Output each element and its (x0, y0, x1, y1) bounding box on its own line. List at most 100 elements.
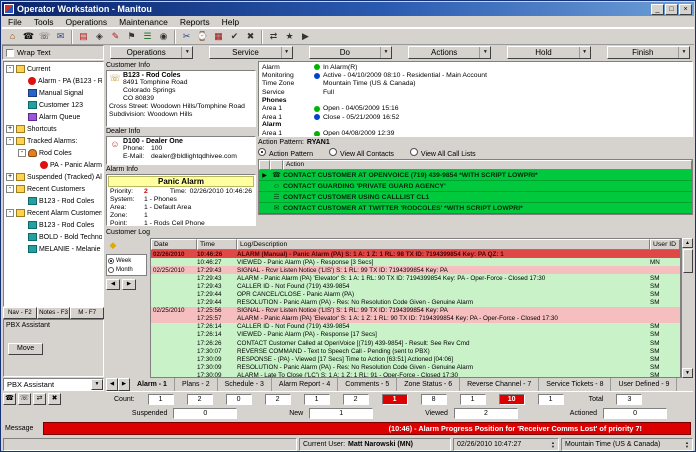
tree-expander[interactable]: - (6, 137, 14, 145)
move-button[interactable]: Move (8, 343, 43, 355)
log-row[interactable]: 17:26:26CONTACT Customer Called at OpenV… (151, 339, 680, 347)
mail-icon[interactable]: ✉ (53, 29, 68, 44)
menu-file[interactable]: File (2, 17, 28, 27)
tree-item-rod-coles[interactable]: -Rod Coles (5, 147, 102, 159)
tab-schedule-3[interactable]: Schedule - 3 (218, 378, 272, 391)
log-next-button[interactable]: ▶ (122, 279, 136, 290)
chevron-down-icon[interactable]: ▼ (181, 47, 192, 58)
log-row[interactable]: 17:30:09RESPONSE - (PA) - Viewed [17 Sec… (151, 355, 680, 363)
log-row[interactable]: 17:29:44OPR CANCEL/CLOSE - Panic Alarm (… (151, 290, 680, 298)
action-row[interactable]: ☰CONTACT CUSTOMER USING CALLLIST CL1 (259, 192, 692, 203)
pbx-transfer-icon[interactable]: ⇄ (33, 393, 46, 405)
tabs-next-button[interactable]: ▶ (118, 378, 130, 391)
tree-item-recent-customers[interactable]: -Recent Customers (5, 183, 102, 195)
log-row[interactable]: 17:30:09ALARM - Late To Close ('LC') S: … (151, 371, 680, 378)
tree-expander[interactable]: + (6, 125, 14, 133)
exit-icon[interactable]: ⌂ (5, 29, 20, 44)
log-row[interactable]: 17:29:43ALARM - Panic Alarm (PA) 'Elevat… (151, 274, 680, 282)
tree-item-melanie-harvey[interactable]: MELANIE - Melanie Harvey (5, 243, 102, 255)
ok-icon[interactable]: ✔ (227, 29, 242, 44)
log-row[interactable]: 02/25/201017:29:43SIGNAL - Rcvr Listen N… (151, 266, 680, 274)
action-row[interactable]: ✉CONTACT CUSTOMER AT TWITTER 'RODCOLES' … (259, 203, 692, 214)
lightning-icon[interactable]: ◆ (106, 239, 120, 252)
minimize-button[interactable]: _ (651, 4, 664, 15)
tree-item-alarm-queue[interactable]: Alarm Queue (5, 111, 102, 123)
log-row[interactable]: 17:29:43CALLER ID - Not Found (719) 439-… (151, 282, 680, 290)
log-row[interactable]: 17:30:07REVERSE COMMAND - Text to Speech… (151, 347, 680, 355)
log-scrollbar[interactable]: ▲ ▼ (681, 238, 693, 378)
description-column-header[interactable]: Log/Description (237, 239, 650, 250)
time-column-header[interactable]: Time (197, 239, 237, 250)
tree-item-pa-panic-alarm[interactable]: PA - Panic Alarm (5, 159, 102, 171)
wrap-text-option[interactable]: Wrap Text (2, 45, 104, 60)
tabs-prev-button[interactable]: ◀ (106, 378, 118, 391)
chevron-down-icon[interactable]: ▼ (380, 47, 391, 58)
operations-button[interactable]: Operations ▼ (110, 46, 193, 59)
pbx-dial-icon[interactable]: ☎ (3, 393, 16, 405)
target-icon[interactable]: ◉ (156, 29, 171, 44)
week-radio[interactable]: Week (108, 256, 145, 265)
log-row[interactable]: 17:30:09RESOLUTION - Panic Alarm (PA) - … (151, 363, 680, 371)
list-icon[interactable]: ☰ (140, 29, 155, 44)
actions-button[interactable]: Actions ▼ (408, 46, 491, 59)
action-row[interactable]: ☺CONTACT GUARDING 'PRIVATE GUARD AGENCY' (259, 181, 692, 192)
tree-item-alarm-pa[interactable]: Alarm - PA (B123 - Rod Coles (5, 75, 102, 87)
cut-icon[interactable]: ✂ (179, 29, 194, 44)
tree-item-tracked-alarms[interactable]: -Tracked Alarms: (5, 135, 102, 147)
scroll-up-icon[interactable]: ▲ (682, 238, 693, 248)
grid-icon[interactable]: ▦ (211, 29, 226, 44)
menu-help[interactable]: Help (216, 17, 245, 27)
edit-icon[interactable]: ✎ (108, 29, 123, 44)
tab-alarm-report-4[interactable]: Alarm Report - 4 (272, 378, 338, 391)
log-row[interactable]: 17:26:14VIEWED - Panic Alarm (PA) - Resp… (151, 331, 680, 339)
maximize-button[interactable]: □ (665, 4, 678, 15)
clock-icon[interactable]: ⌚ (195, 29, 210, 44)
tree-item-bold-technologies[interactable]: BOLD - Bold Technologies L (5, 231, 102, 243)
log-row[interactable]: 17:26:14CALLER ID - Not Found (719) 439-… (151, 323, 680, 331)
chevron-down-icon[interactable]: ▼ (91, 379, 103, 390)
user-column-header[interactable]: User ID (650, 239, 680, 250)
spinner-icon[interactable]: ▲▼ (551, 441, 555, 449)
view-all-contacts-radio[interactable]: View All Contacts (329, 148, 394, 158)
menu-operations[interactable]: Operations (60, 17, 114, 27)
log-prev-button[interactable]: ◀ (106, 279, 120, 290)
transfer-icon[interactable]: ⇄ (266, 29, 281, 44)
panels-icon[interactable]: ▤ (76, 29, 91, 44)
log-row[interactable]: 02/25/201017:25:56SIGNAL - Rcvr Listen N… (151, 307, 680, 315)
hold-button[interactable]: Hold ▼ (507, 46, 590, 59)
pbx-assistant-combobox[interactable]: PBX Assistant ▼ (3, 378, 104, 391)
tree-expander[interactable]: - (6, 185, 14, 193)
tab-plans-2[interactable]: Plans - 2 (175, 378, 218, 391)
close-button[interactable]: × (679, 4, 692, 15)
tree-expander[interactable]: - (6, 65, 14, 73)
tree-expander[interactable]: - (6, 209, 14, 217)
log-row[interactable]: 17:25:57ALARM - Panic Alarm (PA) 'Elevat… (151, 315, 680, 323)
tree-item-b123-rod-coles[interactable]: B123 - Rod Coles (5, 219, 102, 231)
tree-item-manual-signal[interactable]: Manual Signal (5, 87, 102, 99)
tree-expander[interactable]: - (18, 149, 26, 157)
log-row[interactable]: 10:46:27VIEWED - Panic Alarm (PA) - Resp… (151, 258, 680, 266)
alarm-status-icon[interactable]: ◈ (92, 29, 107, 44)
tab-comments-5[interactable]: Comments - 5 (338, 378, 397, 391)
radio-icon[interactable] (258, 148, 266, 156)
tree-item-current[interactable]: -Current (5, 63, 102, 75)
tree-item-customer-123[interactable]: Customer 123 (5, 99, 102, 111)
finish-button[interactable]: Finish ▼ (607, 46, 690, 59)
tab-notes-f3[interactable]: Notes - F3 (37, 307, 71, 319)
tab-m-f7[interactable]: M - F7 (70, 307, 104, 319)
cancel-icon[interactable]: ✖ (243, 29, 258, 44)
tab-reverse-channel-7[interactable]: Reverse Channel - 7 (460, 378, 539, 391)
chevron-down-icon[interactable]: ▼ (579, 47, 590, 58)
spinner-icon[interactable]: ▲▼ (685, 441, 689, 449)
chevron-down-icon[interactable]: ▼ (479, 47, 490, 58)
contacts-icon[interactable]: ☏ (37, 29, 52, 44)
month-radio[interactable]: Month (108, 265, 145, 274)
radio-icon[interactable] (108, 267, 114, 273)
title-bar[interactable]: Operator Workstation - Manitou _ □ × (2, 2, 694, 16)
scrollbar-thumb[interactable] (683, 249, 693, 273)
service-button[interactable]: Service ▼ (209, 46, 292, 59)
date-column-header[interactable]: Date (151, 239, 197, 250)
tree-item-suspended-alarms[interactable]: +Suspended (Tracked) Alarms (5, 171, 102, 183)
radio-icon[interactable] (410, 148, 418, 156)
scroll-down-icon[interactable]: ▼ (682, 368, 693, 378)
